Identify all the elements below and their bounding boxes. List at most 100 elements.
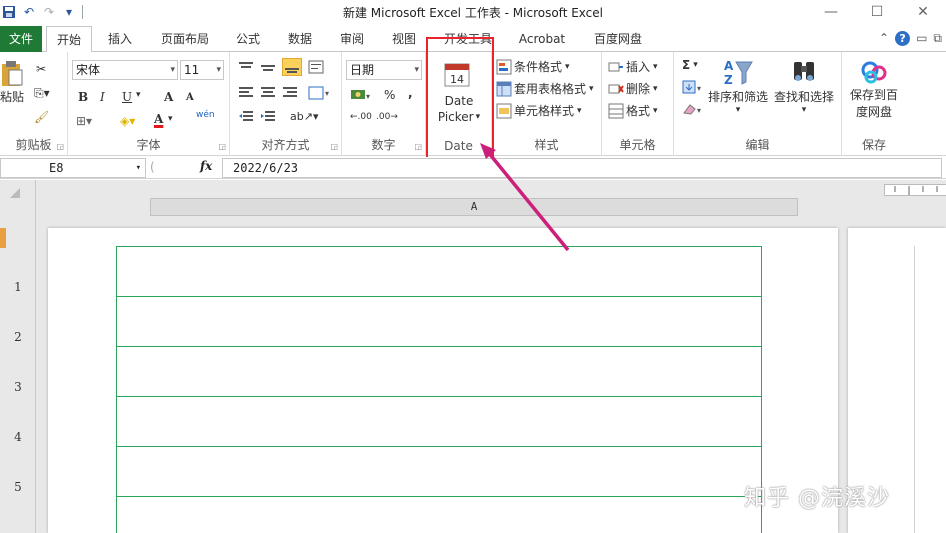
align-bottom-icon[interactable] (282, 58, 302, 76)
cell-styles-button[interactable]: 单元格样式 ▾ (496, 102, 582, 119)
align-middle-icon[interactable] (260, 60, 276, 74)
orientation-icon[interactable]: ab↗▾ (290, 110, 318, 123)
svg-text:Z: Z (724, 73, 733, 87)
row-line (117, 296, 761, 297)
align-top-icon[interactable] (238, 60, 254, 74)
format-as-table-button[interactable]: 套用表格格式 ▾ (496, 80, 594, 97)
tab-review[interactable]: 审阅 (332, 26, 372, 52)
number-group-label: 数字 (371, 138, 396, 152)
format-painter-icon[interactable]: 🖌 (34, 110, 49, 124)
column-header-a[interactable]: A (150, 198, 798, 216)
column-header-bar: A (36, 180, 946, 220)
fill-icon[interactable]: ▾ (682, 80, 704, 94)
cell-grid[interactable] (116, 246, 762, 533)
decrease-decimal-button[interactable]: .00 → (376, 112, 398, 122)
svg-text:▾: ▾ (697, 84, 701, 93)
row-header-4[interactable]: 4 (0, 430, 36, 444)
percent-button[interactable]: % (384, 88, 395, 102)
tab-view[interactable]: 视图 (384, 26, 424, 52)
date-picker-highlight-box (426, 37, 494, 161)
increase-decimal-button[interactable]: ← .00 (350, 112, 372, 122)
row-marker (0, 228, 6, 248)
font-name-select[interactable]: 宋体 ▾ (72, 60, 178, 80)
font-color-dropdown-icon[interactable]: ▾ (168, 114, 173, 124)
row-header-2[interactable]: 2 (0, 330, 36, 344)
insert-function-button[interactable]: fx (200, 159, 212, 173)
watermark: 知乎 @浣溪沙 (744, 486, 890, 511)
italic-button[interactable]: I (100, 90, 105, 104)
accounting-format-icon[interactable]: ▾ (350, 88, 372, 102)
font-size-select[interactable]: 11 ▾ (180, 60, 224, 80)
tab-file[interactable]: 文件 (0, 26, 42, 52)
shrink-font-button[interactable]: A (186, 92, 194, 103)
tab-home[interactable]: 开始 (46, 26, 92, 53)
select-all-corner[interactable] (0, 180, 36, 220)
bold-button[interactable]: B (78, 90, 88, 104)
align-center-icon[interactable] (260, 86, 276, 100)
group-font: 宋体 ▾ 11 ▾ B I U ▾ A A ⊞▾ ◈▾ A ▾ wén 字体 ◲ (68, 52, 230, 156)
merge-center-icon[interactable]: ▾ (308, 86, 330, 100)
find-select-button[interactable]: 查找和选择 ▾ (774, 56, 834, 115)
window-title: 新建 Microsoft Excel 工作表 - Microsoft Excel (342, 6, 603, 20)
border-icon[interactable]: ⊞▾ (76, 114, 92, 128)
decrease-indent-icon[interactable] (238, 110, 254, 124)
clipboard-launcher-icon[interactable]: ◲ (56, 142, 64, 151)
window-restore-icon[interactable]: ⧉ (933, 31, 942, 46)
grow-font-button[interactable]: A (164, 90, 173, 104)
paste-button[interactable]: 粘贴 (0, 60, 24, 105)
conditional-format-button[interactable]: 条件格式 ▾ (496, 58, 570, 75)
svg-text:A: A (724, 59, 734, 73)
collapse-ribbon-icon[interactable]: ⌃ (879, 31, 889, 46)
row-header-1[interactable]: 1 (0, 280, 36, 294)
align-right-icon[interactable] (282, 86, 298, 100)
help-icon[interactable]: ? (895, 31, 911, 46)
font-launcher-icon[interactable]: ◲ (218, 142, 226, 151)
tab-baidu-netdisk[interactable]: 百度网盘 (586, 26, 650, 52)
group-cells: 插入 ▾ 删除 ▾ 格式 ▾ 单元格 (602, 52, 674, 156)
format-cells-button[interactable]: 格式 ▾ (608, 102, 658, 119)
comma-style-button[interactable]: , (408, 86, 413, 100)
name-box[interactable]: E8 ▾ (0, 158, 146, 178)
formula-bar-divider-icon: ( (150, 160, 155, 174)
group-number: 日期 ▾ ▾ % , ← .00 .00 → 数字 ◲ (342, 52, 426, 156)
sort-filter-button[interactable]: AZ 排序和筛选 ▾ (708, 56, 768, 115)
align-left-icon[interactable] (238, 86, 254, 100)
insert-cells-button[interactable]: 插入 ▾ (608, 58, 658, 75)
binoculars-icon (794, 62, 814, 81)
underline-button[interactable]: U (122, 90, 132, 104)
row-header-3[interactable]: 3 (0, 380, 36, 394)
row-header-5[interactable]: 5 (0, 480, 36, 494)
group-save: 保存到百 度网盘 保存 (842, 52, 906, 156)
tab-page-layout[interactable]: 页面布局 (152, 26, 218, 52)
cell-styles-icon (496, 103, 512, 118)
minimize-button[interactable]: — (808, 0, 854, 24)
group-editing: Σ ▾ ▾ ▾ AZ 排序和筛选 ▾ 查找和选择 ▾ 编辑 (674, 52, 842, 156)
underline-dropdown-icon[interactable]: ▾ (136, 90, 141, 100)
number-format-select[interactable]: 日期 ▾ (346, 60, 422, 80)
alignment-launcher-icon[interactable]: ◲ (330, 142, 338, 151)
font-color-button[interactable]: A (154, 112, 163, 126)
save-to-baidu-button[interactable]: 保存到百 度网盘 (842, 58, 906, 120)
formula-input[interactable]: 2022/6/23 (222, 158, 942, 178)
wrap-text-icon[interactable] (308, 60, 324, 74)
close-button[interactable]: ✕ (900, 0, 946, 24)
copy-icon[interactable]: ⎘▾ (34, 86, 50, 101)
phonetic-guide-button[interactable]: wén (196, 110, 215, 120)
tab-insert[interactable]: 插入 (100, 26, 140, 52)
tab-formulas[interactable]: 公式 (228, 26, 268, 52)
cut-icon[interactable]: ✂ (36, 62, 46, 76)
tab-data[interactable]: 数据 (280, 26, 320, 52)
row-line (117, 396, 761, 397)
fill-color-icon[interactable]: ◈▾ (120, 114, 135, 128)
clear-icon[interactable]: ▾ (682, 102, 704, 116)
title-bar: ↶ ↷ ▾ 新建 Microsoft Excel 工作表 - Microsoft… (0, 0, 946, 24)
svg-text:▾: ▾ (366, 92, 370, 101)
maximize-button[interactable]: ☐ (854, 0, 900, 24)
number-launcher-icon[interactable]: ◲ (414, 142, 422, 151)
tab-acrobat[interactable]: Acrobat (512, 26, 572, 52)
formula-bar: E8 ▾ ( fx 2022/6/23 (0, 157, 946, 179)
autosum-button[interactable]: Σ ▾ (682, 58, 698, 72)
restore-icon[interactable]: ▭ (916, 31, 927, 46)
increase-indent-icon[interactable] (260, 110, 276, 124)
delete-cells-button[interactable]: 删除 ▾ (608, 80, 658, 97)
